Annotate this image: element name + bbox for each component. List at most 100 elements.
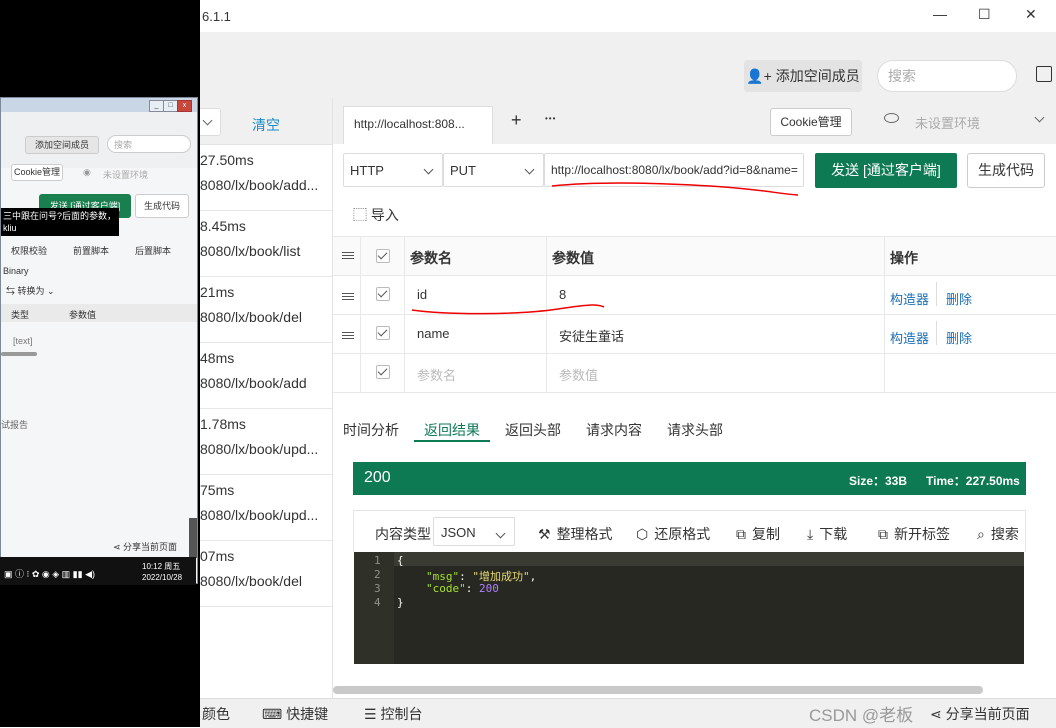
select-all-checkbox[interactable] (376, 249, 390, 263)
history-item[interactable]: 1.78ms 8080/lx/book/upd... (200, 408, 332, 475)
param-name-header: 参数名 (410, 250, 452, 266)
minimize-button[interactable]: — (933, 6, 947, 22)
content-type-label: 内容类型 (375, 526, 431, 542)
tab-response-headers[interactable]: 返回头部 (505, 420, 561, 440)
mini-share-button[interactable]: ⋖ 分享当前页面 (113, 540, 177, 553)
mini-maximize-button[interactable]: □ (163, 100, 178, 112)
history-item[interactable]: 27.50ms 8080/lx/book/add... (200, 144, 332, 211)
close-button[interactable]: ✕ (1025, 6, 1037, 23)
param-name-placeholder[interactable]: 参数名 (417, 365, 456, 384)
tab-response-body[interactable]: 返回结果 (424, 420, 480, 440)
more-tabs-button[interactable]: ••• (545, 114, 556, 123)
bottom-bar: 颜色 ⌨ 快捷键 ☰ 控制台 CSDN @老板 ⋖ 分享当前页面 (200, 698, 1056, 728)
color-button[interactable]: 颜色 (202, 704, 230, 724)
tab-time-analysis[interactable]: 时间分析 (343, 420, 399, 440)
mini-type-select[interactable]: [text] (13, 336, 33, 346)
active-tab-indicator (414, 440, 490, 442)
console-button[interactable]: ☰ 控制台 (364, 704, 422, 724)
window-titlebar: 6.1.1 — ☐ ✕ (200, 0, 1056, 32)
delete-link[interactable]: 删除 (946, 328, 972, 347)
code-line: "code": 200 (426, 582, 499, 595)
mini-table-header (1, 304, 197, 322)
param-name-input[interactable]: name (417, 326, 450, 341)
shortcut-button[interactable]: ⌨ 快捷键 (262, 704, 328, 724)
mini-search-input[interactable]: 搜索 (107, 135, 191, 153)
drag-handle-icon[interactable] (342, 250, 354, 260)
taskbar-icons[interactable]: ▣ ⓘ ⁝ ✿ ◉ ◈ ▥ ▮▮ ◀) (4, 567, 95, 580)
restore-button[interactable]: ⬡ 还原格式 (636, 524, 710, 544)
external-link-icon: ⧉ (878, 525, 888, 542)
keyboard-icon: ⌨ (262, 706, 283, 722)
mini-gen-code-button[interactable]: 生成代码 (135, 194, 189, 218)
protocol-select[interactable]: HTTP (343, 153, 443, 187)
mini-minimize-button[interactable]: _ (149, 100, 164, 112)
mini-cookie-button[interactable]: Cookie管理 (11, 164, 63, 181)
drag-handle-icon[interactable] (342, 291, 354, 301)
calendar-icon[interactable] (1036, 66, 1052, 82)
copy-icon: ⧉ (736, 525, 746, 542)
mini-side-scroll[interactable] (189, 518, 197, 558)
history-item[interactable]: 48ms 8080/lx/book/add (200, 342, 332, 409)
new-tab-open-button[interactable]: ⧉ 新开标签 (878, 524, 950, 544)
mini-env-select[interactable]: 未设置环境 (103, 168, 148, 181)
cookie-manager-button[interactable]: Cookie管理 (770, 108, 852, 136)
add-member-button[interactable]: 👤+ 添加空间成员 (744, 60, 862, 92)
mini-add-member-button[interactable]: 添加空间成员 (25, 136, 99, 154)
download-button[interactable]: ⤓ 下载 (807, 524, 847, 544)
tab-request[interactable]: http://localhost:808... (343, 106, 493, 144)
tab-request-content[interactable]: 请求内容 (586, 420, 642, 440)
clock-time: 10:12 周五 (142, 562, 181, 571)
param-value-input[interactable]: 安徒生童话 (559, 326, 624, 345)
mini-value-header: 参数值 (69, 310, 97, 320)
format-button[interactable]: ⚒ 整理格式 (538, 524, 613, 544)
share-page-button[interactable]: ⋖ 分享当前页面 (930, 704, 1030, 724)
history-item[interactable]: 07ms 8080/lx/book/del (200, 540, 332, 607)
env-select[interactable]: 未设置环境 (872, 98, 1056, 144)
search-icon: ⌕ (977, 525, 985, 542)
copy-button[interactable]: ⧉ 复制 (736, 524, 780, 544)
import-button[interactable]: ⬚ 导入 (353, 205, 399, 225)
mini-scrollbar[interactable] (1, 352, 37, 356)
history-panel: 清空 27.50ms 8080/lx/book/add... 8.45ms 80… (200, 98, 333, 698)
history-item[interactable]: 75ms 8080/lx/book/upd... (200, 474, 332, 541)
cube-icon: ⬡ (636, 525, 649, 542)
mini-auth-tab[interactable]: 权限校验 (11, 244, 47, 257)
horizontal-scrollbar[interactable] (333, 686, 983, 694)
drag-handle-icon[interactable] (342, 330, 354, 340)
history-item[interactable]: 8.45ms 8080/lx/book/list (200, 210, 332, 277)
response-size: Size：33B (849, 474, 908, 488)
new-tab-button[interactable]: + (511, 110, 522, 131)
delete-link[interactable]: 删除 (946, 289, 972, 308)
request-tab-bar: http://localhost:808... + ••• Cookie管理 未… (333, 98, 1056, 144)
builder-link[interactable]: 构造器 (890, 289, 929, 308)
response-code-viewer[interactable]: 1 2 3 4 { "msg": "增加成功", "code": 200 } (354, 552, 1024, 664)
param-row-checkbox[interactable] (376, 365, 390, 379)
eye-icon (884, 113, 899, 123)
param-value-placeholder[interactable]: 参数值 (559, 365, 598, 384)
status-bar: 200 Size：33B Time：227.50ms (353, 462, 1026, 495)
add-user-icon: 👤+ (746, 68, 772, 84)
download-icon: ⤓ (807, 525, 814, 542)
mini-close-button[interactable]: x (177, 100, 192, 112)
mini-binary-tab[interactable]: Binary (3, 266, 29, 276)
search-input[interactable]: 搜索 (877, 60, 1017, 92)
builder-link[interactable]: 构造器 (890, 328, 929, 347)
mini-post-script-tab[interactable]: 后置脚本 (135, 244, 171, 257)
search-button[interactable]: ⌕ 搜索 (977, 524, 1019, 544)
content-type-select[interactable]: JSON (433, 517, 515, 546)
param-ops-header: 操作 (890, 250, 918, 266)
maximize-button[interactable]: ☐ (978, 6, 991, 23)
param-row-checkbox[interactable] (376, 287, 390, 301)
tab-request-headers[interactable]: 请求头部 (667, 420, 723, 440)
response-time: Time：227.50ms (926, 474, 1020, 488)
method-select[interactable]: PUT (443, 153, 544, 187)
history-filter-select[interactable] (200, 108, 221, 136)
mini-pre-script-tab[interactable]: 前置脚本 (73, 244, 109, 257)
param-row-checkbox[interactable] (376, 326, 390, 340)
annotation-underline (411, 304, 605, 315)
mini-convert-button[interactable]: ⇆ 转换为 ⌄ (6, 284, 55, 297)
history-item[interactable]: 21ms 8080/lx/book/del (200, 276, 332, 343)
clear-history-link[interactable]: 清空 (252, 115, 280, 135)
send-button[interactable]: 发送 [通过客户端] (815, 153, 957, 188)
generate-code-button[interactable]: 生成代码 (967, 153, 1045, 188)
